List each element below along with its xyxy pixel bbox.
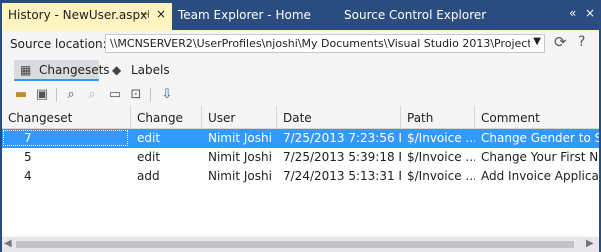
help-icon[interactable]: ? — [578, 34, 594, 50]
compare-icon[interactable]: ▣ — [33, 86, 51, 104]
tab-team-explorer[interactable]: Team Explorer - Home — [178, 8, 311, 22]
cell-changeset: 7 — [24, 131, 32, 145]
history-window: History - NewUser.aspx ⊣ × Team Explorer… — [0, 0, 601, 252]
find-changeset-icon[interactable]: ⌕ — [62, 86, 80, 104]
annotate-icon[interactable]: ▭ — [106, 86, 124, 104]
cell-path: $/Invoice ... — [407, 150, 475, 164]
cell-comment: Change Gender to Sex — [481, 131, 599, 145]
scrollbar-thumb[interactable] — [16, 241, 574, 248]
source-location-value: \\MCNSERVER2\UserProfiles\njoshi\My Docu… — [110, 37, 530, 50]
tab-changesets-label: Changesets — [39, 63, 110, 77]
scroll-left-icon[interactable]: ◀ — [4, 238, 12, 249]
cell-comment: Add Invoice Applicatio — [481, 169, 599, 183]
tab-labels-label: Labels — [131, 63, 170, 77]
cell-user: Nimit Joshi — [208, 131, 272, 145]
open-folder-icon[interactable]: ▬ — [12, 86, 30, 104]
table-row[interactable]: 5 edit Nimit Joshi 7/25/2013 5:39:18 PM … — [2, 148, 599, 167]
find-disabled-icon[interactable]: ⌕ — [83, 86, 101, 104]
cell-changeset: 4 — [24, 169, 32, 183]
column-comment[interactable]: Comment — [475, 106, 599, 128]
scroll-right-icon[interactable]: ▶ — [586, 238, 594, 249]
changeset-grid: Changeset Change User Date Path Comment … — [2, 106, 599, 236]
changesets-icon: ▦ — [20, 63, 32, 77]
toolbar-separator — [56, 88, 57, 102]
tab-changesets[interactable]: ▦ Changesets — [14, 60, 110, 81]
tab-history-label: History - NewUser.aspx — [8, 8, 148, 22]
chevron-down-icon[interactable]: ▼ — [533, 36, 541, 47]
history-subtabs: ▦ Changesets ◆ Labels — [2, 58, 599, 82]
source-location-dropdown[interactable]: \\MCNSERVER2\UserProfiles\njoshi\My Docu… — [105, 34, 545, 53]
refresh-icon[interactable]: ⟳ — [554, 34, 570, 50]
source-location-row: Source location: \\MCNSERVER2\UserProfil… — [2, 31, 599, 57]
toolbar-separator — [150, 88, 151, 102]
table-row[interactable]: 7 edit Nimit Joshi 7/25/2013 7:23:56 PM … — [2, 129, 599, 148]
details-icon[interactable]: ⇩ — [158, 86, 176, 104]
close-tab-icon[interactable]: × — [156, 7, 166, 21]
tab-overflow-icon[interactable]: « — [569, 6, 576, 20]
cell-user: Nimit Joshi — [208, 150, 272, 164]
cell-date: 7/25/2013 5:39:18 PM — [283, 150, 401, 164]
tab-history[interactable]: History - NewUser.aspx ⊣ × — [2, 3, 172, 30]
source-location-label: Source location: — [10, 37, 107, 51]
grid-header: Changeset Change User Date Path Comment — [2, 106, 599, 129]
cell-date: 7/25/2013 7:23:56 PM — [283, 131, 401, 145]
cell-change: add — [137, 169, 160, 183]
column-user[interactable]: User — [202, 106, 277, 128]
cell-change: edit — [137, 131, 161, 145]
cell-path: $/Invoice ... — [407, 131, 475, 145]
column-changeset[interactable]: Changeset — [2, 106, 131, 128]
cell-changeset: 5 — [24, 150, 32, 164]
cell-date: 7/24/2013 5:13:31 PM — [283, 169, 401, 183]
column-change[interactable]: Change — [131, 106, 202, 128]
cell-comment: Change Your First Nam — [481, 150, 599, 164]
history-toolbar: ▬ ▣ ⌕ ⌕ ▭ ⊡ ⇩ — [2, 84, 599, 106]
history-panel: Source location: \\MCNSERVER2\UserProfil… — [2, 30, 599, 252]
tab-source-control-explorer[interactable]: Source Control Explorer — [344, 8, 486, 22]
table-row[interactable]: 4 add Nimit Joshi 7/24/2013 5:13:31 PM $… — [2, 167, 599, 186]
cell-change: edit — [137, 150, 161, 164]
cell-path: $/Invoice ... — [407, 169, 475, 183]
track-changeset-icon[interactable]: ⊡ — [127, 86, 145, 104]
tab-labels[interactable]: ◆ Labels — [106, 60, 176, 81]
column-date[interactable]: Date — [277, 106, 401, 128]
label-tag-icon: ◆ — [112, 63, 122, 77]
close-window-icon[interactable]: × — [585, 6, 595, 20]
column-path[interactable]: Path — [401, 106, 475, 128]
pin-icon[interactable]: ⊣ — [140, 8, 150, 21]
horizontal-scrollbar[interactable]: ◀ ▶ — [2, 237, 599, 252]
cell-user: Nimit Joshi — [208, 169, 272, 183]
document-tab-strip: History - NewUser.aspx ⊣ × Team Explorer… — [0, 0, 601, 30]
